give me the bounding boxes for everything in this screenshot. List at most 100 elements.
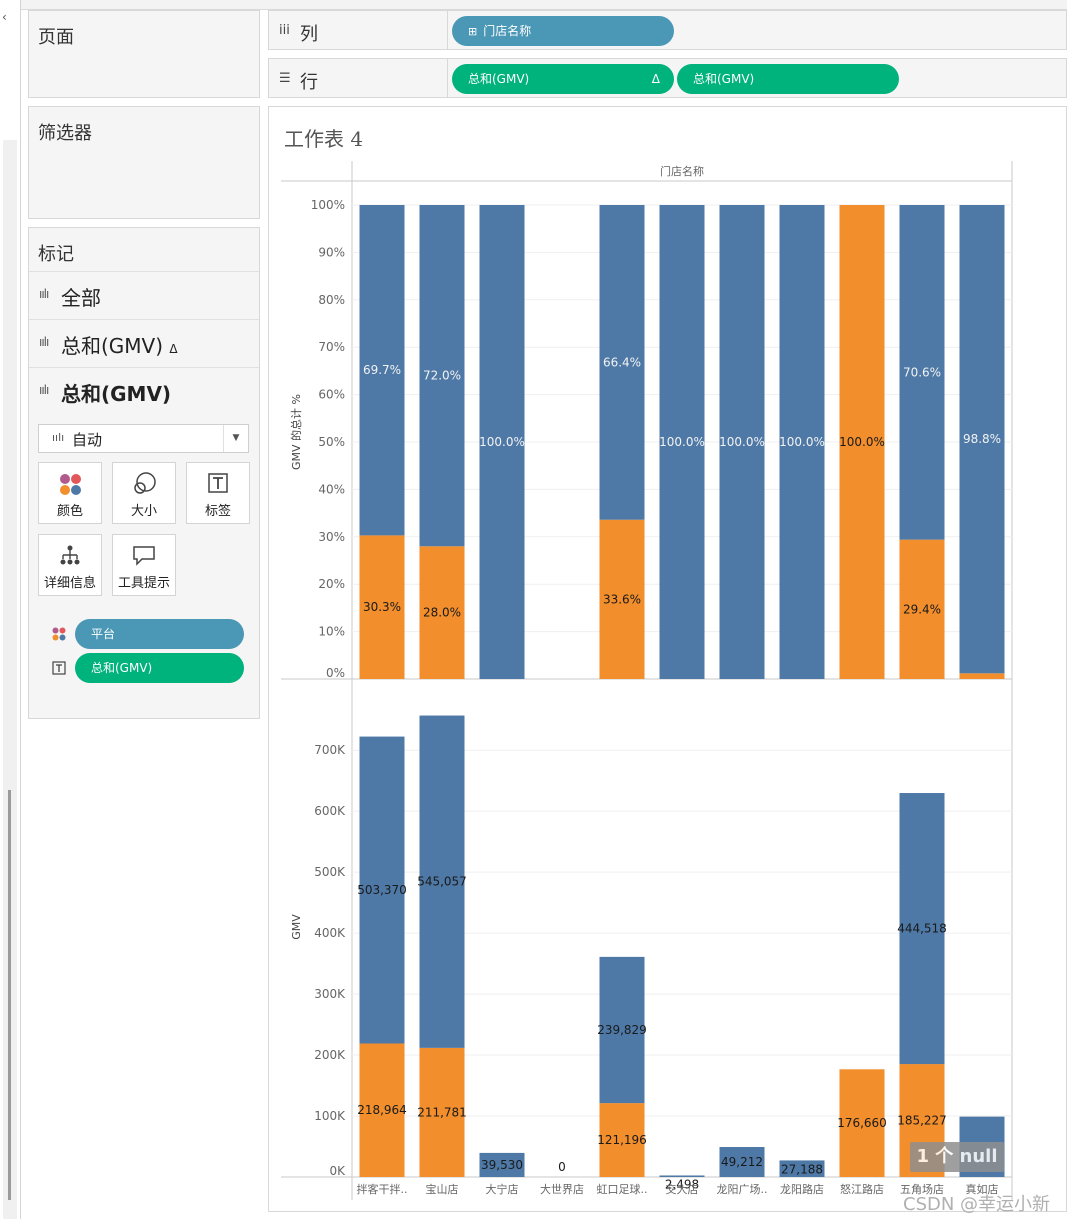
null-indicator-badge[interactable]: 1 个 null (910, 1142, 1004, 1172)
shelf-divider (447, 59, 448, 97)
label-button[interactable]: 标签 (186, 462, 250, 524)
data-label: 66.4% (603, 355, 641, 369)
size-button[interactable]: 大小 (112, 462, 176, 524)
marks-panel-title: 标记 (38, 244, 74, 265)
pages-panel-title: 页面 (38, 27, 74, 48)
data-label: 545,057 (417, 875, 467, 889)
column-header-label: 门店名称 (660, 164, 704, 178)
color-button[interactable]: 颜色 (38, 462, 102, 524)
mark-type-dropdown[interactable]: ıılı 自动 ▼ (38, 424, 249, 453)
x-tick-label: 大世界店 (540, 1182, 584, 1196)
label-field-icon (52, 660, 66, 679)
data-label: 100.0% (779, 435, 825, 449)
color-icon (39, 470, 101, 498)
detail-button-label: 详细信息 (43, 576, 96, 591)
data-label: 72.0% (423, 369, 461, 383)
y-tick-label: 400K (314, 926, 346, 940)
columns-shelf-label: 列 (300, 24, 318, 45)
sheet-tab-strip[interactable] (0, 0, 1067, 10)
scrollbar-thumb[interactable] (8, 790, 11, 1200)
hierarchy-icon (39, 542, 101, 570)
x-tick-label: 龙阳广场.. (717, 1182, 768, 1196)
watermark-text: CSDN @幸运小新 (903, 1194, 1051, 1215)
worksheet-view[interactable]: 工作表 4 门店名称 0% 10% 20% 30% 40% 50% 60% 70% 80% 90% 1… (268, 106, 1067, 1212)
tooltip-button-label: 工具提示 (117, 576, 170, 591)
columns-icon: iii (279, 23, 290, 38)
color-field-icon (51, 626, 67, 646)
collapse-left-icon[interactable]: ‹ (2, 10, 7, 24)
data-label: 0 (558, 1160, 566, 1174)
x-tick-label: 拌客干拌.. (357, 1182, 408, 1196)
x-tick-label: 交大店 (666, 1182, 699, 1196)
data-label: 33.6% (603, 592, 641, 606)
marks-card-all-label: 全部 (61, 286, 101, 310)
y-axis-title: GMV 的总计 % (289, 394, 303, 470)
marks-pill-gmv[interactable]: 总和(GMV) (75, 653, 244, 683)
bar-chart-icon: ıılı (39, 383, 49, 397)
y-tick-label: 700K (314, 743, 346, 757)
data-label: 239,829 (597, 1023, 647, 1037)
columns-pill-store[interactable]: ⊞ 门店名称 (452, 16, 674, 46)
data-label: 185,227 (897, 1114, 947, 1128)
detail-button[interactable]: 详细信息 (38, 534, 102, 596)
rows-pill-gmv-percent[interactable]: 总和(GMV) Δ (452, 64, 674, 94)
data-label: 503,370 (357, 883, 407, 897)
size-button-label: 大小 (130, 504, 157, 519)
rows-shelf[interactable]: ☰ 行 总和(GMV) Δ 总和(GMV) (268, 58, 1067, 98)
mark-type-value: 自动 (72, 431, 103, 449)
pages-panel[interactable]: 页面 (28, 10, 260, 98)
data-label: 27,188 (781, 1162, 823, 1176)
rows-shelf-label: 行 (300, 72, 318, 93)
y-tick-label: 10% (318, 625, 345, 639)
x-tick-label: 宝山店 (426, 1182, 459, 1196)
y-tick-label: 60% (318, 388, 345, 402)
x-tick-label: 虹口足球.. (597, 1182, 648, 1196)
data-label: 39,530 (481, 1158, 523, 1172)
y-tick-label: 30% (318, 530, 345, 544)
y-tick-label: 200K (314, 1048, 346, 1062)
y-tick-label: 100% (311, 198, 345, 212)
tooltip-button[interactable]: 工具提示 (112, 534, 176, 596)
x-tick-label: 大宁店 (486, 1182, 519, 1196)
data-label: 49,212 (721, 1155, 763, 1169)
marks-card-gmv[interactable]: ıılı 总和(GMV) (29, 367, 259, 415)
expand-icon: ⊞ (468, 25, 478, 38)
y-tick-label: 70% (318, 340, 345, 354)
columns-shelf[interactable]: iii 列 ⊞ 门店名称 (268, 10, 1067, 50)
filters-panel[interactable]: 筛选器 (28, 106, 260, 219)
bar-chart-icon: ıılı (52, 431, 65, 444)
data-label: 69.7% (363, 363, 401, 377)
marks-card-all[interactable]: ıılı 全部 (29, 271, 259, 319)
delta-icon: Δ (651, 72, 660, 86)
data-label: 100.0% (839, 435, 885, 449)
y-tick-label: 50% (318, 435, 345, 449)
bar-chart-icon: ıılı (39, 287, 49, 301)
data-label: 121,196 (597, 1133, 647, 1147)
y-tick-label: 100K (314, 1109, 346, 1123)
rows-pill-gmv[interactable]: 总和(GMV) (677, 64, 899, 94)
data-label: 28.0% (423, 606, 461, 620)
bar-orange (959, 673, 1005, 679)
marks-pill-platform[interactable]: 平台 (75, 619, 244, 649)
chevron-down-icon[interactable]: ▼ (223, 425, 248, 452)
y-tick-label: 0K (329, 1164, 346, 1178)
data-label: 444,518 (897, 922, 947, 936)
left-collapsed-pane: ‹ (0, 0, 21, 1219)
rows-icon: ☰ (279, 71, 291, 86)
marks-card-gmv-delta[interactable]: ıılı 总和(GMV) Δ (29, 319, 259, 367)
filters-panel-title: 筛选器 (38, 123, 92, 144)
y-axis-title: GMV (290, 914, 303, 940)
speech-bubble-icon (113, 542, 175, 570)
data-label: 211,781 (417, 1105, 467, 1119)
data-label: 100.0% (719, 435, 765, 449)
size-icon (113, 470, 175, 498)
x-tick-label: 怒江路店 (840, 1182, 884, 1196)
y-tick-label: 300K (314, 987, 346, 1001)
data-label: 98.8% (963, 432, 1001, 446)
text-label-icon (187, 470, 249, 498)
color-button-label: 颜色 (56, 504, 83, 519)
stacked-bar-chart: 门店名称 0% 10% 20% 30% 40% 50% 60% 70% 80% 90% 100% GMV… (281, 161, 1013, 1200)
data-label: 70.6% (903, 365, 941, 379)
y-tick-label: 0% (326, 666, 345, 680)
y-tick-label: 90% (318, 245, 345, 259)
